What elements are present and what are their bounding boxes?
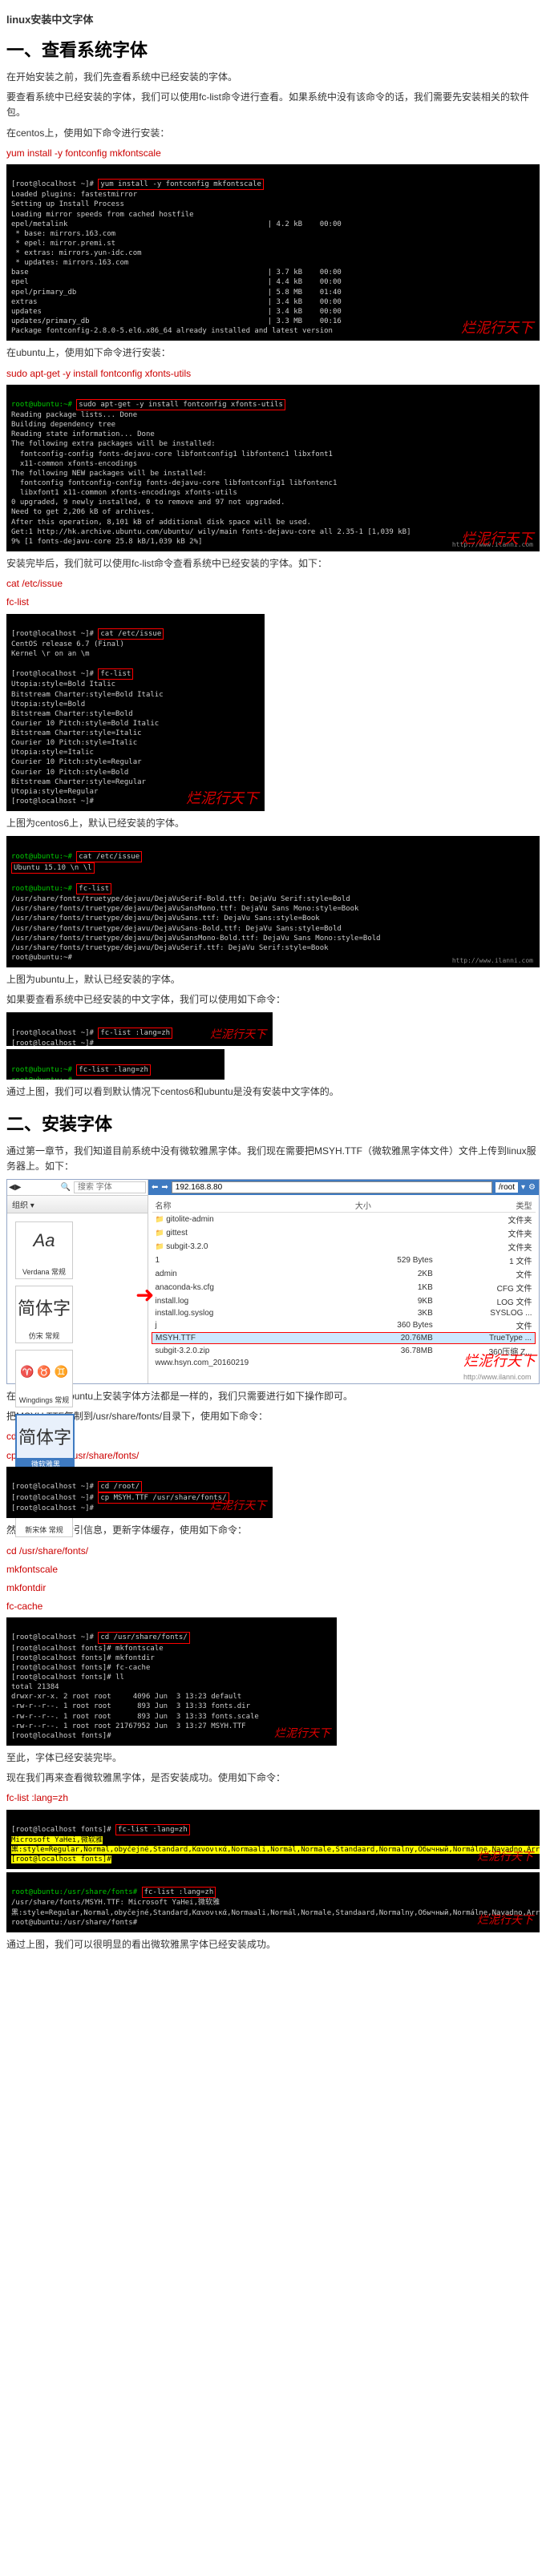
heading-2: 二、安装字体 <box>6 1110 540 1136</box>
watermark-text: 烂泥行天下 <box>461 529 533 548</box>
search-input[interactable] <box>74 1181 146 1193</box>
address-bar[interactable]: ⬅➡ 192.168.8.80 /root ▾ ⚙ <box>148 1180 539 1195</box>
command-text: cat /etc/issue <box>6 576 540 592</box>
watermark-text: 烂泥行天下 <box>274 1727 330 1742</box>
terminal-9: [root@localhost fonts]# fc-list :lang=zh… <box>6 1810 540 1870</box>
search-icon[interactable]: 🔍 <box>61 1183 71 1192</box>
file-row[interactable]: gitolite-admin文件夹 <box>152 1213 536 1227</box>
file-row[interactable]: 1529 Bytes1 文件 <box>152 1254 536 1267</box>
para: 通过上图，我们可以很明显的看出微软雅黑字体已经安装成功。 <box>6 1937 540 1952</box>
watermark-text: 烂泥行天下 <box>477 1914 533 1929</box>
command-text: cp MSYH.TTF /usr/share/fonts/ <box>6 1448 540 1464</box>
terminal-6: root@ubuntu:~# fc-list :lang=zh root@ubu… <box>6 1049 224 1080</box>
para: 如果要查看系统中已经安装的中文字体，我们可以使用如下命令： <box>6 992 540 1007</box>
terminal-4: root@ubuntu:~# cat /etc/issue Ubuntu 15.… <box>6 836 540 967</box>
highlighted-cmd: sudo apt-get -y install fontconfig xfont… <box>76 399 285 410</box>
para: 在centos上和ubuntu上安装字体方法都是一样的，我们只需要进行如下操作即… <box>6 1389 540 1404</box>
watermark-text: 烂泥行天下 <box>210 1028 266 1044</box>
file-row[interactable]: anaconda-ks.cfg1KBCFG 文件 <box>152 1281 536 1294</box>
command-text: yum install -y fontconfig mkfontscale <box>6 146 540 161</box>
watermark-text: 烂泥行天下 <box>186 789 258 808</box>
para: 在ubuntu上，使用如下命令进行安装： <box>6 345 540 361</box>
file-row[interactable]: j360 Bytes文件 <box>152 1318 536 1333</box>
font-tile[interactable]: AaVerdana 常规 <box>15 1221 73 1279</box>
para: 上图为centos6上，默认已经安装的字体。 <box>6 816 540 831</box>
watermark-url: http://www.ilanni.com <box>463 1373 532 1381</box>
file-row[interactable]: MSYH.TTF20.76MBTrueType ... <box>152 1333 536 1344</box>
para: 安装完毕后，我们就可以使用fc-list命令查看系统中已经安装的字体。如下： <box>6 556 540 571</box>
watermark-text: 烂泥行天下 <box>463 1353 536 1369</box>
terminal-2: root@ubuntu:~# sudo apt-get -y install f… <box>6 385 540 551</box>
gear-icon[interactable]: ⚙ <box>528 1183 536 1192</box>
file-explorer: ◀▶🔍 组织 ▾ AaVerdana 常规 简体字仿宋 常规 ♈ ♉ ♊Wing… <box>6 1179 540 1384</box>
highlighted-cmd: yum install -y fontconfig mkfontscale <box>98 179 263 190</box>
terminal-8: [root@localhost ~]# cd /usr/share/fonts/… <box>6 1617 337 1746</box>
command-text: mkfontscale <box>6 1562 540 1577</box>
watermark-text: 烂泥行天下 <box>477 1851 533 1866</box>
font-tile[interactable]: 简体字仿宋 常规 <box>15 1286 73 1343</box>
terminal-3: [root@localhost ~]# cat /etc/issue CentO… <box>6 614 265 812</box>
para: 上图为ubuntu上，默认已经安装的字体。 <box>6 972 540 987</box>
file-row[interactable]: install.log9KBLOG 文件 <box>152 1294 536 1308</box>
command-text: sudo apt-get -y install fontconfig xfont… <box>6 366 540 382</box>
para: 在centos上，使用如下命令进行安装： <box>6 126 540 141</box>
back-icon[interactable]: ⬅ <box>152 1183 158 1192</box>
watermark-url: http://www.ilanni.com <box>452 957 533 966</box>
command-text: fc-list :lang=zh <box>6 1791 540 1806</box>
font-tile[interactable]: ♈ ♉ ♊Wingdings 常规 <box>15 1350 73 1407</box>
arrow-icon: ➜ <box>135 1282 154 1308</box>
font-tile-selected[interactable]: 简体字微软雅黑 <box>15 1414 75 1473</box>
heading-1: 一、查看系统字体 <box>6 36 540 62</box>
command-text: mkfontdir <box>6 1581 540 1596</box>
back-icon[interactable]: ◀ <box>9 1183 15 1192</box>
fwd-icon[interactable]: ▶ <box>15 1183 22 1192</box>
terminal-7: [root@localhost ~]# cd /root/ [root@loca… <box>6 1467 273 1519</box>
para: 把MSYH.TTF复制到/usr/share/fonts/目录下，使用如下命令： <box>6 1409 540 1424</box>
file-row[interactable]: install.log.syslog3KBSYSLOG ... <box>152 1308 536 1318</box>
terminal-10: root@ubuntu:/usr/share/fonts# fc-list :l… <box>6 1872 540 1932</box>
para: 然后建立字体索引信息，更新字体缓存，使用如下命令： <box>6 1523 540 1538</box>
para: 要查看系统中已经安装的字体，我们可以使用fc-list命令进行查看。如果系统中没… <box>6 90 540 120</box>
para: 至此，字体已经安装完毕。 <box>6 1750 540 1766</box>
watermark-text: 烂泥行天下 <box>210 1500 266 1515</box>
fwd-icon[interactable]: ➡ <box>161 1183 168 1192</box>
file-row[interactable]: subgit-3.2.0文件夹 <box>152 1240 536 1254</box>
command-text: cd /root <box>6 1429 540 1444</box>
terminal-5: [root@localhost ~]# fc-list :lang=zh [ro… <box>6 1012 273 1046</box>
page-title: linux安装中文字体 <box>6 11 540 26</box>
terminal-1: [root@localhost ~]# yum install -y fontc… <box>6 164 540 341</box>
toolbar[interactable]: 组织 ▾ <box>7 1196 148 1213</box>
dropdown-icon[interactable]: ▾ <box>521 1183 525 1192</box>
para: 现在我们再来查看微软雅黑字体，是否安装成功。使用如下命令： <box>6 1770 540 1786</box>
file-row[interactable]: gittest文件夹 <box>152 1226 536 1240</box>
para: 在开始安装之前，我们先查看系统中已经安装的字体。 <box>6 70 540 85</box>
para: 通过第一章节，我们知道目前系统中没有微软雅黑字体。我们现在需要把MSYH.TTF… <box>6 1144 540 1174</box>
file-row[interactable]: admin2KB文件 <box>152 1267 536 1281</box>
file-list: 名称大小类型 gitolite-admin文件夹gittest文件夹subgit… <box>148 1195 539 1371</box>
command-text: fc-cache <box>6 1599 540 1614</box>
watermark-text: 烂泥行天下 <box>461 318 533 337</box>
command-text: cd /usr/share/fonts/ <box>6 1544 540 1559</box>
para: 通过上图，我们可以看到默认情况下centos6和ubuntu是没有安装中文字体的… <box>6 1084 540 1100</box>
command-text: fc-list <box>6 595 540 610</box>
